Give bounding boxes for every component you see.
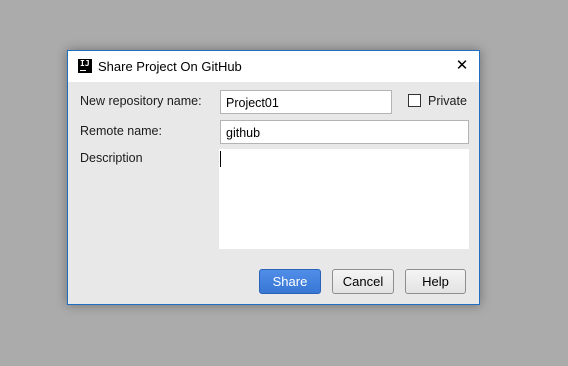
description-label: Description	[80, 151, 143, 165]
description-textarea[interactable]	[219, 149, 469, 249]
text-caret	[220, 151, 221, 167]
remote-name-input[interactable]	[220, 120, 469, 144]
close-icon[interactable]: ✕	[451, 55, 473, 77]
remote-name-label: Remote name:	[80, 124, 162, 138]
repo-name-label: New repository name:	[80, 94, 202, 108]
intellij-icon: IJ	[78, 59, 92, 73]
help-button[interactable]: Help	[405, 269, 466, 294]
repo-name-input[interactable]	[220, 90, 392, 114]
private-checkbox[interactable]	[408, 94, 421, 107]
dialog-title: Share Project On GitHub	[98, 59, 242, 74]
share-button[interactable]: Share	[259, 269, 321, 294]
cancel-button[interactable]: Cancel	[332, 269, 394, 294]
share-project-dialog: IJ Share Project On GitHub ✕ New reposit…	[67, 50, 480, 305]
app-icon-text: IJ	[80, 59, 90, 68]
private-label[interactable]: Private	[428, 94, 467, 108]
dialog-titlebar[interactable]: IJ Share Project On GitHub ✕	[68, 51, 479, 82]
